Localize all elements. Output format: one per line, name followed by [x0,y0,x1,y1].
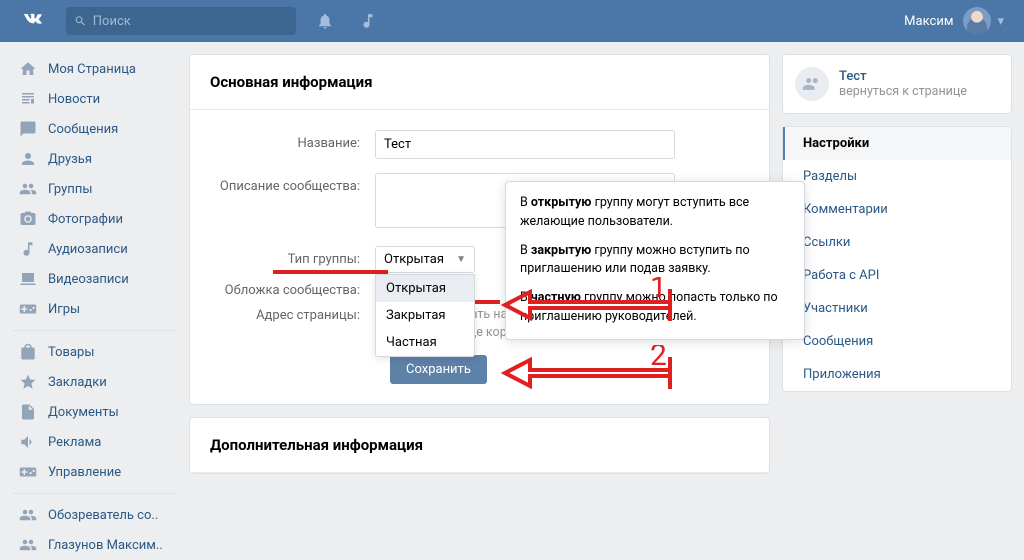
sidebar-item-label: Сообщения [48,122,118,137]
type-select[interactable]: Открытая ▼ [375,246,475,273]
sidebar-item-b-4[interactable]: Управление [12,457,177,487]
group-info-box[interactable]: Тест вернуться к странице [782,54,1012,114]
sidebar-item-c-1[interactable]: Глазунов Максим.. [12,530,177,560]
main-info-card: Основная информация Название: Описание с… [189,54,770,405]
sidebar-item-label: Игры [48,302,80,317]
type-tooltip: В открытую группу могут вступить все жел… [505,181,805,340]
sidebar-item-label: Видеозаписи [48,272,129,287]
sidebar-item-label: Товары [48,345,94,360]
right-menu: НастройкиРазделыКомментарииСсылкиРабота … [782,126,1012,392]
bell-icon[interactable] [316,12,334,30]
annotation-arrow-2: 2 [500,345,680,395]
type-selected-value: Открытая [384,252,444,267]
username: Максим [904,14,953,29]
right-menu-item-2[interactable]: Комментарии [783,193,1011,226]
sidebar-item-a-2[interactable]: Сообщения [12,114,177,144]
video-icon [18,269,38,289]
search-input[interactable] [93,14,288,29]
card-title-2: Дополнительная информация [190,418,769,473]
sidebar-item-label: Закладки [48,375,107,390]
sidebar-item-label: Реклама [48,435,101,450]
users-icon [18,505,38,525]
game-icon [18,462,38,482]
sidebar-item-b-3[interactable]: Реклама [12,427,177,457]
additional-info-card: Дополнительная информация [189,417,770,474]
sidebar-item-label: Аудиозаписи [48,242,128,257]
doc-icon [18,402,38,422]
sidebar-item-label: Новости [48,92,100,107]
name-input[interactable] [375,130,675,159]
right-menu-item-1[interactable]: Разделы [783,160,1011,193]
annotation-underline-1 [273,270,388,274]
top-header: Максим ▾ [0,0,1024,42]
sidebar-item-b-1[interactable]: Закладки [12,367,177,397]
left-sidebar: Моя Страница Новости Сообщения Друзья Группы… [12,54,177,560]
ad-icon [18,432,38,452]
users-icon [18,535,38,555]
right-menu-item-4[interactable]: Работа с API [783,259,1011,292]
right-menu-item-0[interactable]: Настройки [783,127,1011,160]
save-button[interactable]: Сохранить [390,355,487,384]
description-label: Описание сообщества: [210,173,375,194]
sidebar-item-label: Моя Страница [48,62,136,77]
news-icon [18,89,38,109]
group-name: Тест [839,69,967,84]
sidebar-item-a-1[interactable]: Новости [12,84,177,114]
type-dropdown: Открытая Закрытая Частная [375,274,475,357]
music-icon[interactable] [359,12,377,30]
sidebar-item-label: Группы [48,182,92,197]
type-option-closed[interactable]: Закрытая [376,302,474,329]
right-menu-item-6[interactable]: Сообщения [783,325,1011,358]
sidebar-item-a-0[interactable]: Моя Страница [12,54,177,84]
user-avatar [963,7,991,35]
sidebar-item-label: Обозреватель со.. [48,508,158,523]
sidebar-item-b-2[interactable]: Документы [12,397,177,427]
sidebar-item-label: Управление [48,465,121,480]
group-back-link[interactable]: вернуться к странице [839,84,967,99]
sidebar-item-a-8[interactable]: Игры [12,294,177,324]
group-avatar-icon [795,67,829,101]
sidebar-item-a-6[interactable]: Аудиозаписи [12,234,177,264]
chevron-down-icon: ▾ [997,14,1004,29]
sidebar-item-a-7[interactable]: Видеозаписи [12,264,177,294]
home-icon [18,59,38,79]
user-icon [18,149,38,169]
sidebar-item-a-4[interactable]: Группы [12,174,177,204]
search-box[interactable] [66,7,296,35]
sidebar-item-c-0[interactable]: Обозреватель со.. [12,500,177,530]
sidebar-item-label: Глазунов Максим.. [48,538,163,553]
game-icon [18,299,38,319]
sidebar-item-label: Документы [48,405,119,420]
card-title: Основная информация [190,55,769,110]
vk-logo[interactable] [20,6,46,37]
sidebar-item-label: Друзья [48,152,92,167]
right-menu-item-5[interactable]: Участники [783,292,1011,325]
type-option-private[interactable]: Частная [376,329,474,356]
music-icon [18,239,38,259]
address-label: Адрес страницы: [210,302,375,323]
camera-icon [18,209,38,229]
sidebar-item-a-3[interactable]: Друзья [12,144,177,174]
star-icon [18,372,38,392]
right-menu-item-7[interactable]: Приложения [783,358,1011,391]
cover-label: Обложка сообщества: [210,277,375,298]
type-label: Тип группы: [210,246,375,267]
users-icon [18,179,38,199]
svg-text:2: 2 [650,345,667,373]
header-user-menu[interactable]: Максим ▾ [904,7,1004,35]
chevron-down-icon: ▼ [456,254,466,265]
type-option-open[interactable]: Открытая [376,275,474,302]
name-label: Название: [210,130,375,151]
header-icons [316,12,377,30]
sidebar-item-label: Фотографии [48,212,123,227]
sidebar-item-b-0[interactable]: Товары [12,337,177,367]
shop-icon [18,342,38,362]
search-icon [74,14,87,28]
right-menu-item-3[interactable]: Ссылки [783,226,1011,259]
sidebar-item-a-5[interactable]: Фотографии [12,204,177,234]
chat-icon [18,119,38,139]
